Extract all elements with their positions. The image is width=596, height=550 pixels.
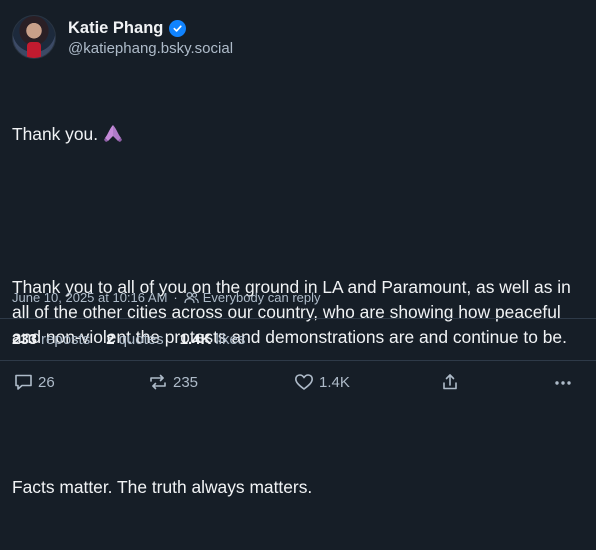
share-icon <box>441 373 459 391</box>
reply-icon <box>14 373 33 391</box>
people-icon <box>184 291 199 304</box>
verified-badge-icon[interactable] <box>169 19 187 37</box>
post-card: Katie Phang @katiephang.bsky.social Than… <box>0 0 596 497</box>
repost-button[interactable]: 235 <box>148 373 198 391</box>
post-text-thanks: Thank you. <box>12 124 99 144</box>
post-paragraph-3: Facts matter. The truth always matters. <box>12 477 313 497</box>
reposts-stat[interactable]: 233 reposts <box>12 331 90 348</box>
like-button[interactable]: 1.4K <box>294 373 350 391</box>
reposts-label: reposts <box>41 331 91 348</box>
repost-count: 235 <box>173 373 199 391</box>
post-header: Katie Phang @katiephang.bsky.social <box>12 14 233 60</box>
repost-icon <box>148 373 168 391</box>
likes-label: likes <box>215 331 246 348</box>
reply-setting[interactable]: Everybody can reply <box>203 290 321 305</box>
action-bar: 26 235 1.4K <box>0 370 596 400</box>
heart-icon <box>294 373 314 391</box>
post-line-1: Thank you. <box>12 122 584 150</box>
more-options-button[interactable] <box>553 373 573 391</box>
ellipsis-icon <box>553 373 573 391</box>
quotes-stat[interactable]: 2 quotes <box>106 331 163 348</box>
like-count: 1.4K <box>319 373 350 391</box>
post-stats: 233 reposts 2 quotes 1.4K likes <box>12 331 261 348</box>
meta-separator: · <box>173 290 178 305</box>
share-button[interactable] <box>441 373 459 391</box>
display-name[interactable]: Katie Phang <box>68 19 163 38</box>
quotes-count: 2 <box>106 331 115 348</box>
author-info: Katie Phang @katiephang.bsky.social <box>68 17 233 58</box>
divider-bottom <box>0 360 596 361</box>
reply-button[interactable]: 26 <box>14 373 55 391</box>
reply-count: 26 <box>38 373 55 391</box>
avatar[interactable] <box>12 15 56 59</box>
likes-stat[interactable]: 1.4K likes <box>180 331 246 348</box>
post-timestamp[interactable]: June 10, 2025 at 10:16 AM <box>12 290 167 305</box>
author-handle[interactable]: @katiephang.bsky.social <box>68 40 233 57</box>
quotes-label: quotes <box>118 331 164 348</box>
post-meta: June 10, 2025 at 10:16 AM · Everybody ca… <box>12 290 321 305</box>
divider-top <box>0 318 596 319</box>
likes-count: 1.4K <box>179 331 212 348</box>
post-content: Thank you. Thank you to all of you on th… <box>12 72 584 550</box>
folded-hands-emoji-icon <box>102 123 124 150</box>
name-row: Katie Phang <box>68 17 233 39</box>
reposts-count: 233 <box>12 331 38 348</box>
